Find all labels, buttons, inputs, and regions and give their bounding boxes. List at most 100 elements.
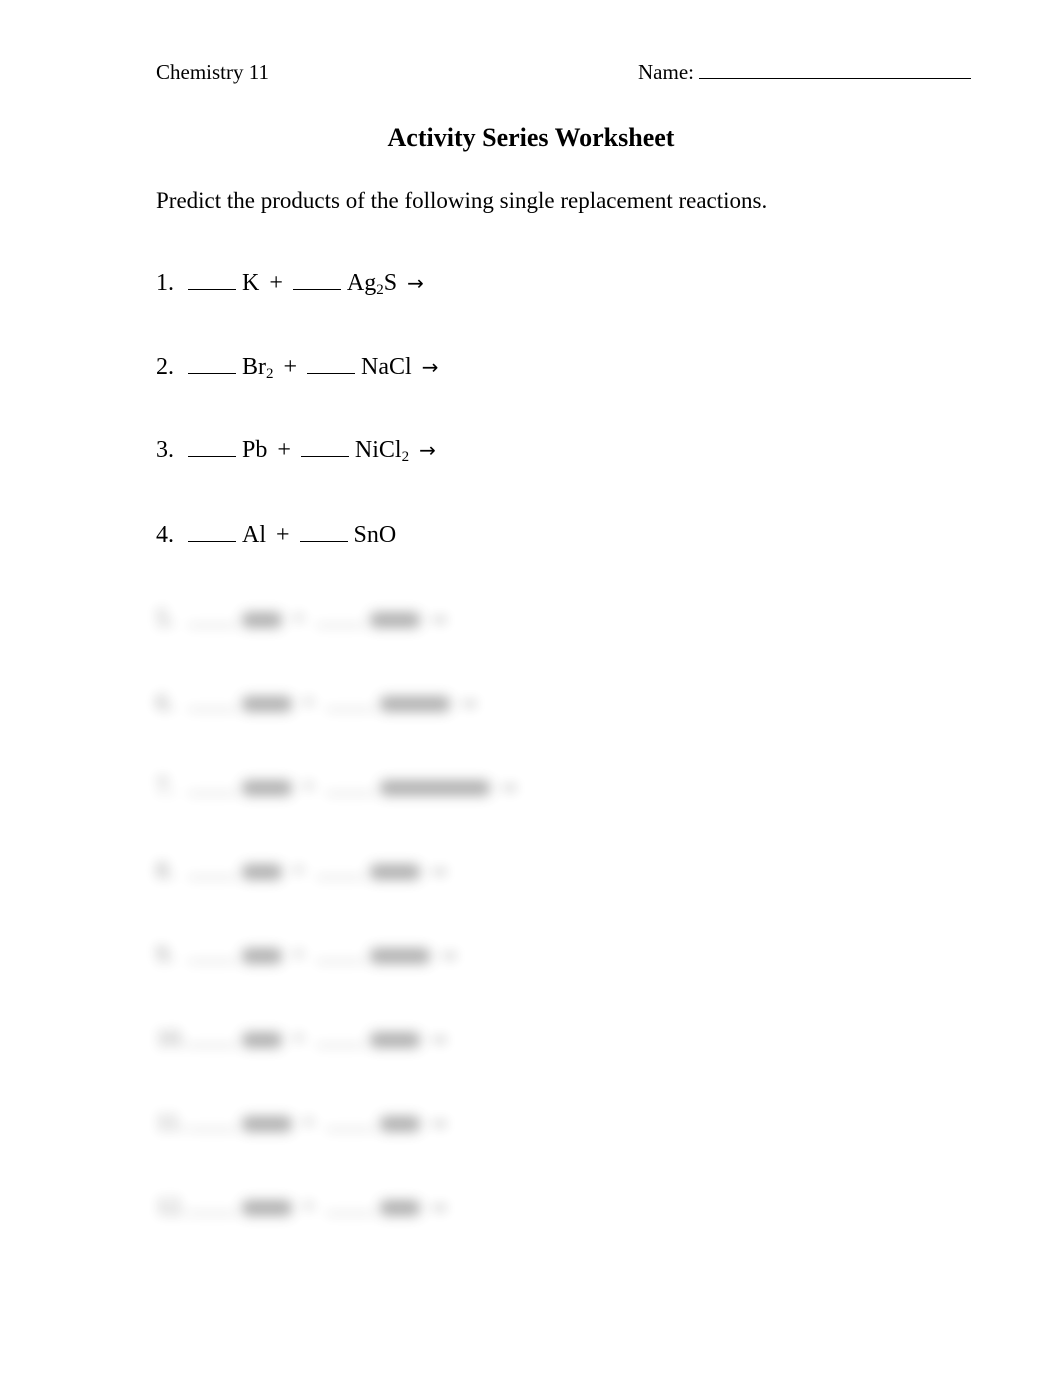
reactant-2: NaCl bbox=[361, 354, 412, 380]
question-item: 1. K + Ag2S → bbox=[156, 270, 424, 298]
coefficient-blank[interactable] bbox=[299, 523, 348, 542]
reactant-placeholder bbox=[369, 864, 420, 881]
coefficient-blank bbox=[188, 943, 236, 962]
plus-sign: + bbox=[292, 858, 306, 884]
plus-sign: + bbox=[292, 1026, 306, 1052]
coefficient-blank bbox=[188, 691, 236, 710]
reactant-2: Ag2S bbox=[346, 270, 398, 298]
plus-sign: + bbox=[292, 942, 306, 968]
subscript: 2 bbox=[376, 282, 384, 298]
reactant-placeholder bbox=[242, 1200, 292, 1217]
coefficient-blank bbox=[325, 691, 374, 710]
right-arrow-icon: → bbox=[459, 691, 477, 715]
coefficient-blank bbox=[188, 1111, 236, 1130]
name-field[interactable]: Name: bbox=[638, 60, 972, 85]
reactant-2: NiCl2 bbox=[354, 437, 410, 465]
right-arrow-icon: → bbox=[407, 271, 424, 295]
coefficient-blank bbox=[315, 943, 364, 962]
plus-sign: + bbox=[302, 1110, 316, 1136]
coefficient-blank[interactable] bbox=[188, 271, 236, 290]
coefficient-blank[interactable] bbox=[300, 438, 349, 457]
question-number: 5. bbox=[156, 606, 174, 632]
question-number: 4. bbox=[156, 522, 174, 548]
coefficient-blank bbox=[325, 775, 374, 794]
right-arrow-icon: → bbox=[499, 775, 517, 799]
right-arrow-icon: → bbox=[421, 355, 439, 379]
reactant-1: Al bbox=[242, 522, 266, 548]
plus-sign: + bbox=[302, 1194, 316, 1220]
coefficient-blank bbox=[188, 859, 236, 878]
coefficient-blank bbox=[188, 775, 236, 794]
blurred-question-item: 10. + → bbox=[156, 1026, 446, 1053]
plus-sign: + bbox=[283, 354, 298, 380]
question-number: 9. bbox=[156, 942, 174, 968]
right-arrow-icon: → bbox=[419, 438, 436, 462]
coefficient-blank bbox=[315, 1027, 364, 1046]
coefficient-blank bbox=[188, 1027, 236, 1046]
right-arrow-icon: → bbox=[429, 1027, 447, 1051]
reactant-1: K bbox=[242, 270, 260, 296]
blurred-question-item: 6. + → bbox=[156, 690, 476, 717]
reactant-placeholder bbox=[242, 1032, 282, 1049]
blurred-question-item: 5. + → bbox=[156, 606, 446, 633]
right-arrow-icon: → bbox=[429, 1111, 447, 1135]
coefficient-blank[interactable] bbox=[307, 355, 356, 374]
subscript: 2 bbox=[401, 449, 410, 465]
question-item: 3. Pb + NiCl2 → bbox=[156, 437, 436, 465]
reactant-placeholder bbox=[379, 1116, 420, 1133]
reactant-placeholder bbox=[242, 612, 282, 629]
right-arrow-icon: → bbox=[439, 943, 457, 967]
plus-sign: + bbox=[302, 774, 316, 800]
name-blank-line[interactable] bbox=[699, 60, 972, 79]
reactant-placeholder bbox=[242, 864, 282, 881]
course-label: Chemistry 11 bbox=[156, 60, 269, 84]
question-number: 3. bbox=[156, 437, 174, 463]
coefficient-blank[interactable] bbox=[188, 523, 236, 542]
coefficient-blank[interactable] bbox=[188, 355, 236, 374]
reactant-1: Pb bbox=[242, 437, 268, 463]
question-number: 7. bbox=[156, 774, 174, 800]
reactant-placeholder bbox=[369, 612, 420, 629]
question-number: 12. bbox=[156, 1194, 186, 1220]
right-arrow-icon: → bbox=[429, 1195, 447, 1219]
blurred-question-item: 11. + → bbox=[156, 1110, 446, 1137]
reactant-placeholder bbox=[369, 1032, 420, 1049]
plus-sign: + bbox=[302, 690, 316, 716]
coefficient-blank bbox=[188, 607, 236, 626]
coefficient-blank bbox=[188, 1195, 236, 1214]
reactant-placeholder bbox=[242, 948, 282, 965]
blurred-question-item: 7. + → bbox=[156, 774, 516, 801]
plus-sign: + bbox=[269, 270, 283, 296]
blurred-question-item: 12. + → bbox=[156, 1194, 446, 1221]
reactant-1: Br2 bbox=[242, 354, 274, 382]
instructions: Predict the products of the following si… bbox=[156, 188, 768, 213]
page-title: Activity Series Worksheet bbox=[387, 123, 675, 152]
question-number: 6. bbox=[156, 690, 174, 716]
plus-sign: + bbox=[277, 437, 291, 463]
coefficient-blank bbox=[315, 859, 364, 878]
reactant-placeholder bbox=[242, 780, 292, 797]
blurred-question-item: 8. + → bbox=[156, 858, 446, 885]
reactant-placeholder bbox=[379, 780, 490, 797]
question-number: 10. bbox=[156, 1026, 186, 1052]
question-number: 1. bbox=[156, 270, 174, 296]
reactant-placeholder bbox=[369, 948, 430, 965]
right-arrow-icon: → bbox=[429, 607, 447, 631]
coefficient-blank[interactable] bbox=[292, 271, 341, 290]
question-item: 4. Al + SnO bbox=[156, 522, 396, 549]
right-arrow-icon: → bbox=[429, 859, 447, 883]
coefficient-blank bbox=[315, 607, 364, 626]
reactant-placeholder bbox=[242, 1116, 292, 1133]
reactant-placeholder bbox=[379, 1200, 420, 1217]
coefficient-blank bbox=[325, 1195, 374, 1214]
blurred-question-item: 9. + → bbox=[156, 942, 456, 969]
coefficient-blank bbox=[325, 1111, 374, 1130]
reactant-placeholder bbox=[379, 696, 450, 713]
name-label: Name: bbox=[638, 60, 694, 84]
question-number: 2. bbox=[156, 354, 174, 380]
coefficient-blank[interactable] bbox=[188, 438, 236, 457]
question-number: 8. bbox=[156, 858, 174, 884]
plus-sign: + bbox=[276, 522, 290, 548]
subscript: 2 bbox=[266, 366, 274, 382]
question-item: 2. Br2 + NaCl → bbox=[156, 354, 439, 382]
